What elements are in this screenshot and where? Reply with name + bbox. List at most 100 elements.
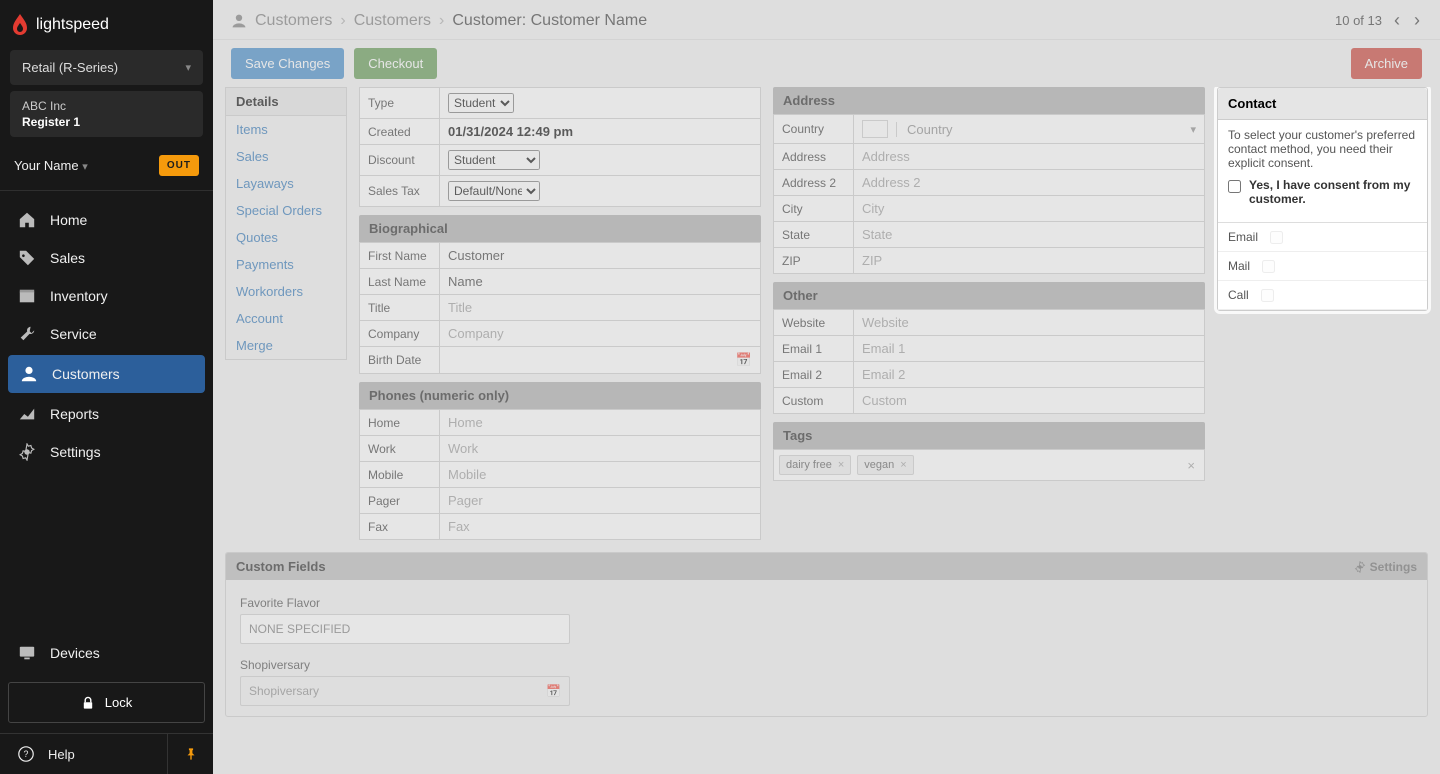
consent-checkbox[interactable] — [1228, 180, 1241, 193]
home-phone-input[interactable] — [448, 415, 752, 430]
subnav-quotes[interactable]: Quotes — [226, 224, 346, 251]
subnav-workorders[interactable]: Workorders — [226, 278, 346, 305]
shopiversary-input[interactable]: Shopiversary 📅 — [240, 676, 570, 706]
tags-input[interactable]: dairy free× vegan× × — [773, 449, 1205, 481]
nav-customers[interactable]: Customers — [8, 355, 205, 393]
lastname-input[interactable] — [448, 274, 752, 289]
discount-label: Discount — [360, 145, 440, 176]
state-input[interactable] — [862, 227, 1196, 242]
nav-home[interactable]: Home — [0, 201, 213, 239]
nav-service[interactable]: Service — [0, 315, 213, 353]
mobile-phone-input[interactable] — [448, 467, 752, 482]
subnav-sales[interactable]: Sales — [226, 143, 346, 170]
salestax-select[interactable]: Default/None — [448, 181, 540, 201]
contact-email-row: Email — [1218, 223, 1427, 252]
title-input[interactable] — [448, 300, 752, 315]
custom-fields-title: Custom Fields — [236, 559, 326, 574]
tags-clear[interactable]: × — [1183, 458, 1199, 473]
crumb-customers-list[interactable]: Customers — [354, 12, 431, 30]
clockout-badge[interactable]: OUT — [159, 155, 199, 176]
contact-mail-checkbox[interactable] — [1262, 260, 1275, 273]
calendar-icon[interactable]: 📅 — [546, 684, 561, 698]
shopiversary-placeholder: Shopiversary — [249, 684, 319, 698]
company-card[interactable]: ABC Inc Register 1 — [10, 91, 203, 137]
nav-reports[interactable]: Reports — [0, 395, 213, 433]
work-phone-input[interactable] — [448, 441, 752, 456]
created-label: Created — [360, 119, 440, 145]
subnav-special-orders[interactable]: Special Orders — [226, 197, 346, 224]
birthdate-input[interactable] — [448, 353, 736, 368]
main-nav: Home Sales Inventory Service Customers R… — [0, 191, 213, 634]
company-input[interactable] — [448, 326, 752, 341]
addr2-input[interactable] — [862, 175, 1196, 190]
sidebar-bottom: Devices Lock ? Help — [0, 634, 213, 774]
nav-inventory[interactable]: Inventory — [0, 277, 213, 315]
subnav-merge[interactable]: Merge — [226, 332, 346, 359]
monitor-icon — [18, 644, 36, 662]
pager-next[interactable]: › — [1412, 10, 1422, 31]
user-row[interactable]: Your Name ▾ OUT — [0, 143, 213, 191]
details-header: Details — [226, 88, 346, 116]
tag-remove[interactable]: × — [838, 459, 844, 471]
devices-label: Devices — [50, 645, 100, 661]
help-button[interactable]: ? Help — [0, 734, 167, 774]
calendar-icon[interactable]: 📅 — [736, 352, 752, 368]
work-label: Work — [360, 436, 440, 462]
nav-sales[interactable]: Sales — [0, 239, 213, 277]
tags-header: Tags — [773, 422, 1205, 449]
pager-prev[interactable]: ‹ — [1392, 10, 1402, 31]
checkout-button[interactable]: Checkout — [354, 48, 437, 79]
custom-fields-header: Custom Fields Settings — [226, 553, 1427, 580]
nav-label: Service — [50, 326, 97, 342]
zip-input[interactable] — [862, 253, 1196, 268]
subnav-payments[interactable]: Payments — [226, 251, 346, 278]
lock-label: Lock — [105, 695, 132, 710]
title-label: Title — [360, 295, 440, 321]
city-input[interactable] — [862, 201, 1196, 216]
type-select[interactable]: Student — [448, 93, 514, 113]
email1-input[interactable] — [862, 341, 1196, 356]
country-placeholder: Country — [907, 122, 953, 137]
discount-select[interactable]: Student — [448, 150, 540, 170]
help-icon: ? — [18, 746, 34, 762]
crumb-customers[interactable]: Customers — [255, 12, 332, 30]
email2-input[interactable] — [862, 367, 1196, 382]
custom-input[interactable] — [862, 393, 1196, 408]
company-name: ABC Inc — [22, 99, 191, 113]
retail-selector[interactable]: Retail (R-Series) ▾ — [10, 50, 203, 85]
archive-button[interactable]: Archive — [1351, 48, 1422, 79]
contact-methods: Email Mail Call — [1218, 222, 1427, 310]
user-name: Your Name — [14, 158, 79, 173]
subnav-layaways[interactable]: Layaways — [226, 170, 346, 197]
consent-row[interactable]: Yes, I have consent from my customer. — [1228, 178, 1417, 206]
country-select[interactable]: Country▾ — [862, 120, 1196, 138]
type-label: Type — [360, 88, 440, 119]
contact-email-checkbox[interactable] — [1270, 231, 1283, 244]
help-row: ? Help — [0, 733, 213, 774]
contact-call-checkbox[interactable] — [1261, 289, 1274, 302]
subnav-account[interactable]: Account — [226, 305, 346, 332]
pager-total: 13 — [1368, 13, 1382, 28]
pager-phone-input[interactable] — [448, 493, 752, 508]
nav-devices[interactable]: Devices — [0, 634, 213, 672]
favorite-flavor-input[interactable] — [240, 614, 570, 644]
website-input[interactable] — [862, 315, 1196, 330]
created-value: 01/31/2024 12:49 pm — [440, 119, 761, 145]
save-button[interactable]: Save Changes — [231, 48, 344, 79]
pin-button[interactable] — [167, 734, 213, 774]
firstname-input[interactable] — [448, 248, 752, 263]
subnav-items[interactable]: Items — [226, 116, 346, 143]
fax-phone-input[interactable] — [448, 519, 752, 534]
tag-remove[interactable]: × — [900, 459, 906, 471]
addr2-label: Address 2 — [774, 170, 854, 196]
custom-fields-settings[interactable]: Settings — [1354, 560, 1417, 574]
addr1-input[interactable] — [862, 149, 1196, 164]
settings-label: Settings — [1370, 560, 1417, 574]
nav-settings[interactable]: Settings — [0, 433, 213, 471]
tag-label: dairy free — [786, 459, 832, 471]
lock-button[interactable]: Lock — [8, 682, 205, 723]
biographical-header: Biographical — [359, 215, 761, 242]
logo: lightspeed — [0, 0, 213, 50]
fax-label: Fax — [360, 514, 440, 540]
favorite-flavor-label: Favorite Flavor — [240, 596, 1413, 610]
